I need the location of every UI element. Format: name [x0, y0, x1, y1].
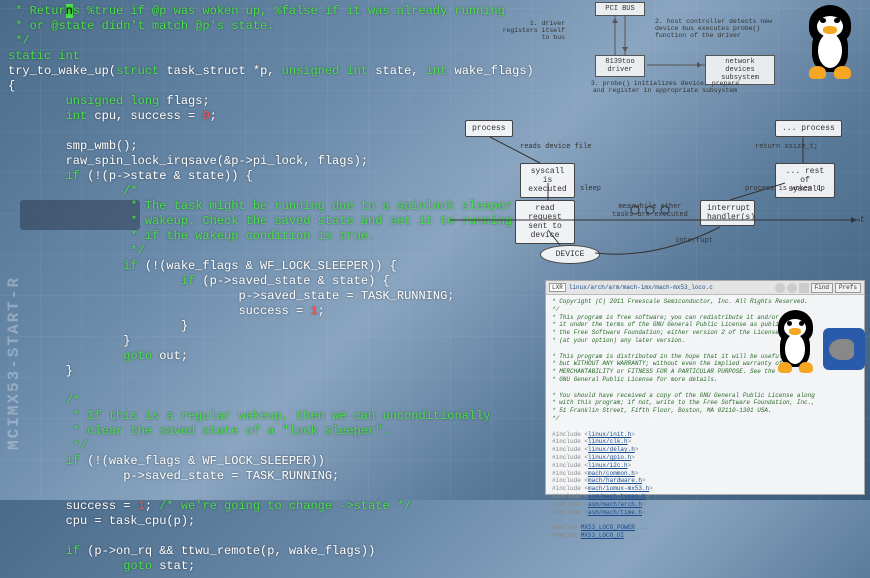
pci-bus-box: PCI BUS	[595, 2, 645, 16]
meanwhile-label: meanwhile other tasks are executed	[610, 203, 690, 219]
nav-back-icon[interactable]	[775, 283, 785, 293]
diag1-note1: 1. driver registers itself to bus	[495, 20, 565, 41]
sleep-label: sleep	[580, 185, 601, 193]
process-box: process	[465, 120, 513, 137]
process-flow-diagram: process ... process reads device file re…	[445, 115, 870, 270]
process-cont-box: ... process	[775, 120, 842, 137]
find-tab[interactable]: Find	[811, 283, 833, 293]
diag1-note2: 2. host controller detects new device bu…	[655, 18, 785, 39]
tux-logo-small	[770, 310, 820, 370]
syscall-box: syscall is executed	[520, 163, 575, 198]
breadcrumb-path[interactable]: linux/arch/arm/mach-imx/mach-mx53_loco.c	[569, 284, 713, 291]
woken-label: process is woken up	[745, 185, 825, 193]
tux-logo	[800, 5, 860, 75]
interrupt-label: interrupt	[675, 237, 713, 245]
prefs-tab[interactable]: Prefs	[835, 283, 861, 293]
pci-bus-diagram: PCI BUS 1. driver registers itself to bu…	[455, 0, 785, 100]
return-label: return ssize_t;	[755, 143, 818, 151]
reads-label: reads device file	[520, 143, 591, 151]
nav-fwd-icon[interactable]	[787, 283, 797, 293]
interrupt-handler-box: interrupt handler(s)	[700, 200, 755, 226]
diag1-note3: 3. probe() initializes device, prepare a…	[590, 80, 740, 94]
read-request-box: read request sent to device	[515, 200, 575, 244]
nav-stop-icon[interactable]	[799, 283, 809, 293]
driver-box: 8139too driver	[595, 55, 645, 77]
lxr-badge[interactable]: LXR	[549, 283, 566, 292]
device-oval: DEVICE	[540, 245, 600, 264]
time-axis-label: t	[860, 215, 865, 225]
browser-toolbar: LXR linux/arch/arm/mach-imx/mach-mx53_lo…	[546, 281, 864, 295]
xray-fish-icon	[823, 328, 865, 370]
